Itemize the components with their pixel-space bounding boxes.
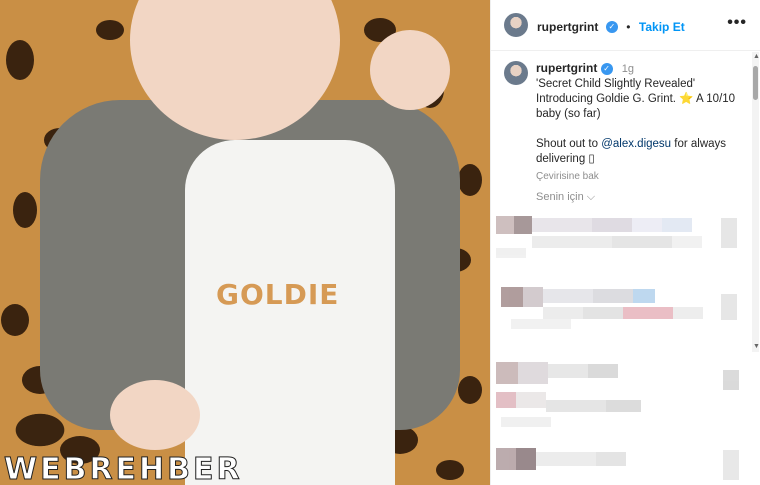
onesie-embroidery-text: GOLDIE (216, 278, 340, 311)
verified-badge-icon: ✓ (605, 20, 618, 33)
baby-hand (370, 30, 450, 110)
caption-avatar[interactable] (504, 61, 528, 85)
blurred-comment (496, 216, 737, 258)
white-onesie (185, 140, 395, 485)
follow-button[interactable]: Takip Et (639, 20, 685, 34)
mention-link[interactable]: @alex.digesu (601, 138, 671, 150)
shout-prefix: Shout out to (536, 138, 602, 150)
blurred-comment (496, 362, 739, 427)
caption-line-3: baby (so far) (536, 108, 601, 120)
blurred-comment (496, 448, 739, 480)
caption-body: rupertgrint ✓ 1g 'Secret Child Slightly … (536, 61, 746, 184)
separator-dot: • (626, 20, 631, 34)
baby-hand-lower (110, 380, 200, 450)
caption-line-2: Introducing Goldie G. Grint. ⭐ A 10/10 (536, 93, 736, 105)
caption-line-1: 'Secret Child Slightly Revealed' (536, 78, 696, 90)
avatar[interactable] (504, 13, 528, 37)
scrollbar-thumb[interactable] (753, 66, 758, 100)
for-you-dropdown[interactable]: Senin için ⌵ (536, 191, 595, 204)
blurred-comments (496, 216, 739, 480)
verified-badge-icon: ✓ (600, 62, 613, 75)
caption-username[interactable]: rupertgrint (536, 61, 597, 75)
see-translation-link[interactable]: Çevirisine bak (536, 169, 746, 184)
scroll-up-arrow-icon[interactable]: ▲ (753, 53, 760, 60)
post-time[interactable]: 1g (622, 63, 634, 75)
caption-shout: Shout out to @alex.digesu for always del… (536, 137, 746, 167)
watermark: WEBREHBER (4, 452, 243, 485)
post-photo: GOLDIE WEBREHBER (0, 0, 490, 485)
header-username[interactable]: rupertgrint (537, 20, 598, 34)
header-user: rupertgrint ✓ • Takip Et (537, 18, 685, 36)
more-options-icon[interactable]: ••• (727, 14, 747, 32)
blurred-comment (501, 287, 737, 329)
post-header: rupertgrint ✓ • Takip Et ••• (491, 0, 760, 51)
post-sidebar: rupertgrint ✓ • Takip Et ••• rupertgrint… (490, 0, 760, 485)
scroll-down-arrow-icon[interactable]: ▼ (753, 343, 760, 350)
